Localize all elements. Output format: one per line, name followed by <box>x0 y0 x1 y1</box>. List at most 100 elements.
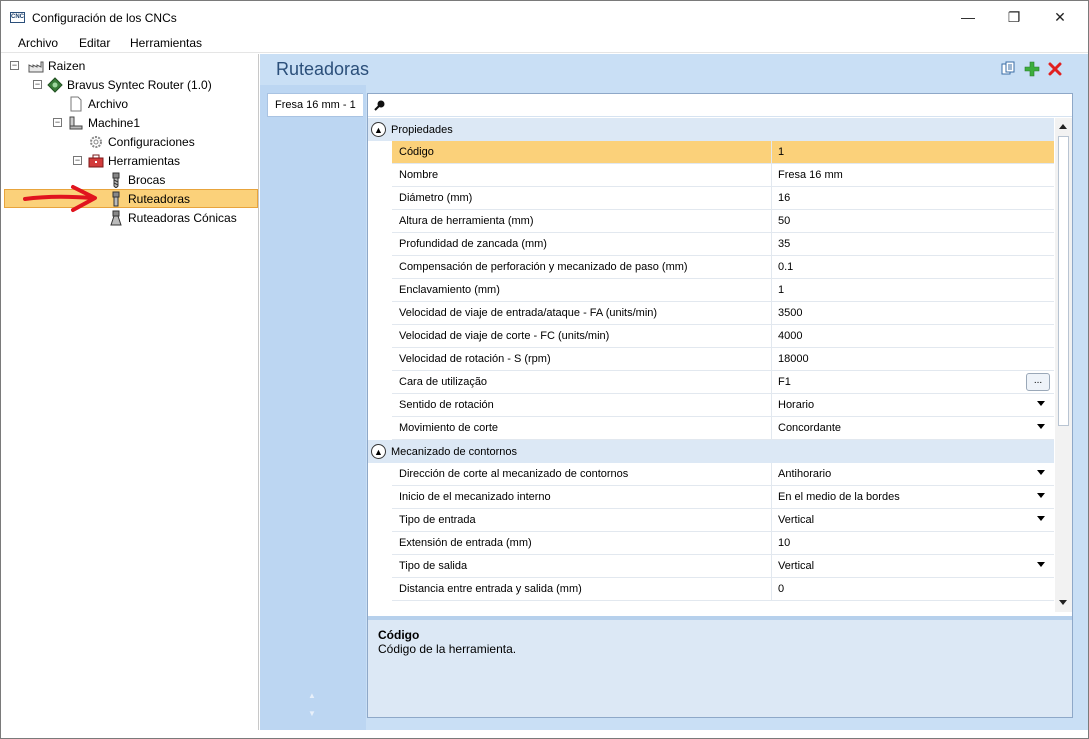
collapse-chevron-up-icon[interactable]: ▲ <box>371 444 386 459</box>
property-value[interactable]: Concordante <box>778 422 841 434</box>
tree-item-label: Machine1 <box>88 115 141 130</box>
tree-item-label: Ruteadoras Cónicas <box>128 210 237 225</box>
tree-collapse-toggle[interactable]: − <box>53 118 62 127</box>
scroll-up-arrow-icon[interactable] <box>1059 124 1067 129</box>
property-value[interactable]: F1 <box>778 376 791 388</box>
tree-item-brocas[interactable]: Brocas <box>108 170 165 189</box>
ellipsis-button[interactable]: ... <box>1026 373 1050 391</box>
vertical-scrollbar[interactable] <box>1055 118 1072 612</box>
property-value[interactable]: 50 <box>778 215 790 227</box>
category-propiedades[interactable]: ▲ Propiedades <box>368 118 1054 141</box>
property-value[interactable]: Horario <box>778 399 814 411</box>
property-grid: ▲ Propiedades Código 1 Nombre Fresa 16 m… <box>367 93 1073 718</box>
tree-collapse-toggle[interactable]: − <box>33 80 42 89</box>
property-value[interactable]: 1 <box>778 284 784 296</box>
tree-item-label: Configuraciones <box>108 134 195 149</box>
tree-item-machine1[interactable]: Machine1 <box>68 113 140 132</box>
tree-item-configuraciones[interactable]: Configuraciones <box>88 132 195 151</box>
dropdown-arrow-icon[interactable] <box>1037 470 1045 475</box>
panel-title: Ruteadoras <box>276 59 370 79</box>
menu-herramientas[interactable]: Herramientas <box>130 36 202 50</box>
column-divider <box>771 532 772 555</box>
tree-item-raizen[interactable]: Raizen <box>28 56 85 75</box>
property-value[interactable]: En el medio de la bordes <box>778 491 900 503</box>
property-value[interactable]: Antihorario <box>778 468 831 480</box>
tree-item-archivo[interactable]: Archivo <box>68 94 128 113</box>
category-label: Propiedades <box>391 123 453 136</box>
menu-editar[interactable]: Editar <box>79 36 110 50</box>
property-row[interactable]: Enclavamiento (mm) 1 <box>392 279 1054 302</box>
close-button[interactable]: ✕ <box>1037 1 1083 33</box>
dropdown-arrow-icon[interactable] <box>1037 424 1045 429</box>
add-icon[interactable] <box>1023 60 1040 77</box>
property-name: Diámetro (mm) <box>399 192 473 204</box>
property-row[interactable]: Inicio de el mecanizado interno En el me… <box>392 486 1054 509</box>
property-name: Nombre <box>399 169 439 181</box>
property-row[interactable]: Extensión de entrada (mm) 10 <box>392 532 1054 555</box>
property-value[interactable]: 0.1 <box>778 261 793 273</box>
property-row[interactable]: Tipo de entrada Vertical <box>392 509 1054 532</box>
dropdown-arrow-icon[interactable] <box>1037 493 1045 498</box>
property-name: Altura de herramienta (mm) <box>399 215 534 227</box>
property-value[interactable]: 10 <box>778 537 790 549</box>
app-window: CNC Configuración de los CNCs — ❐ ✕ Arch… <box>0 0 1089 739</box>
property-value[interactable]: 18000 <box>778 353 809 365</box>
property-row[interactable]: Sentido de rotación Horario <box>392 394 1054 417</box>
property-row[interactable]: Profundidad de zancada (mm) 35 <box>392 233 1054 256</box>
tree-collapse-toggle[interactable]: − <box>73 156 82 165</box>
property-row[interactable]: Nombre Fresa 16 mm <box>392 164 1054 187</box>
column-divider <box>771 371 772 394</box>
property-row[interactable]: Cara de utilização F1 ... <box>392 371 1054 394</box>
tree-item-herramientas[interactable]: Herramientas <box>88 151 180 170</box>
property-row[interactable]: Distancia entre entrada y salida (mm) 0 <box>392 578 1054 601</box>
property-value[interactable]: 0 <box>778 583 784 595</box>
property-row[interactable]: Código 1 <box>392 141 1054 164</box>
property-value[interactable]: 16 <box>778 192 790 204</box>
maximize-button[interactable]: ❐ <box>991 1 1037 33</box>
property-value[interactable]: 4000 <box>778 330 802 342</box>
scrollbar-thumb[interactable] <box>1058 136 1069 426</box>
file-icon <box>68 96 84 112</box>
column-divider <box>771 141 772 164</box>
property-row[interactable]: Movimiento de corte Concordante <box>392 417 1054 440</box>
property-value[interactable]: Vertical <box>778 514 814 526</box>
minimize-button[interactable]: — <box>945 1 991 33</box>
scroll-down-arrow-icon[interactable] <box>1059 600 1067 605</box>
tree-item-ruteadoras-conicas[interactable]: Ruteadoras Cónicas <box>108 208 237 227</box>
tab-fresa-16mm[interactable]: Fresa 16 mm - 1 <box>267 93 363 117</box>
tree-item-bravus[interactable]: Bravus Syntec Router (1.0) <box>47 75 212 94</box>
property-row[interactable]: Velocidad de viaje de entrada/ataque - F… <box>392 302 1054 325</box>
property-row[interactable]: Altura de herramienta (mm) 50 <box>392 210 1054 233</box>
property-row[interactable]: Compensación de perforación y mecanizado… <box>392 256 1054 279</box>
dropdown-arrow-icon[interactable] <box>1037 401 1045 406</box>
column-divider <box>771 233 772 256</box>
property-row[interactable]: Velocidad de rotación - S (rpm) 18000 <box>392 348 1054 371</box>
copy-icon[interactable] <box>1000 60 1017 77</box>
category-mecanizado-contornos[interactable]: ▲ Mecanizado de contornos <box>368 440 1054 463</box>
property-value[interactable]: 1 <box>778 146 784 158</box>
tab-scroll-down-icon[interactable]: ▼ <box>308 709 316 718</box>
property-value[interactable]: Fresa 16 mm <box>778 169 843 181</box>
property-row[interactable]: Tipo de salida Vertical <box>392 555 1054 578</box>
dropdown-arrow-icon[interactable] <box>1037 516 1045 521</box>
column-divider <box>771 555 772 578</box>
property-value[interactable]: Vertical <box>778 560 814 572</box>
property-name: Cara de utilização <box>399 376 488 388</box>
property-row[interactable]: Diámetro (mm) 16 <box>392 187 1054 210</box>
title-bar: CNC Configuración de los CNCs — ❐ ✕ <box>1 1 1088 33</box>
property-name: Dirección de corte al mecanizado de cont… <box>399 468 629 480</box>
tree-item-label: Raizen <box>48 58 86 73</box>
delete-icon[interactable] <box>1046 60 1063 77</box>
property-row[interactable]: Velocidad de viaje de corte - FC (units/… <box>392 325 1054 348</box>
tab-scroll-up-icon[interactable]: ▲ <box>308 691 316 700</box>
dropdown-arrow-icon[interactable] <box>1037 562 1045 567</box>
menu-archivo[interactable]: Archivo <box>18 36 58 50</box>
property-search-bar[interactable] <box>368 94 1072 117</box>
collapse-chevron-up-icon[interactable]: ▲ <box>371 122 386 137</box>
tree-collapse-toggle[interactable]: − <box>10 61 19 70</box>
factory-icon <box>28 58 44 74</box>
property-row[interactable]: Dirección de corte al mecanizado de cont… <box>392 463 1054 486</box>
category-label: Mecanizado de contornos <box>391 445 517 458</box>
property-value[interactable]: 3500 <box>778 307 802 319</box>
property-value[interactable]: 35 <box>778 238 790 250</box>
